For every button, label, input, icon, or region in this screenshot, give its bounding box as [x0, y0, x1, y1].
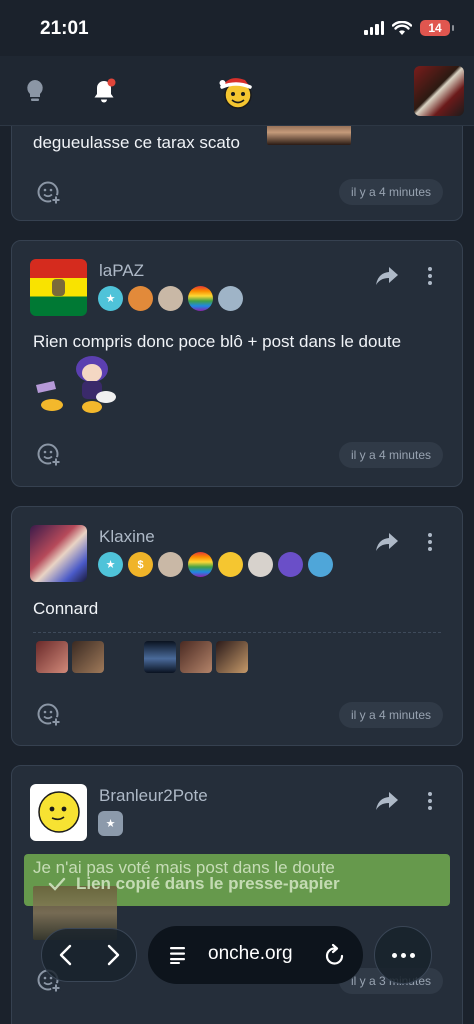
bell-icon[interactable] — [90, 76, 120, 106]
author-badges: ★ — [98, 811, 123, 836]
author-username[interactable]: laPAZ — [99, 261, 144, 281]
bulb-icon[interactable] — [20, 76, 50, 106]
user-avatar[interactable] — [414, 66, 464, 116]
post-text: Rien compris donc poce blô + post dans l… — [33, 332, 402, 351]
post-card: Klaxine ★ $ Connard il y a 4 minutes — [11, 506, 463, 746]
bolivia-emblem — [52, 279, 65, 296]
badge-moon-icon — [278, 552, 303, 577]
badge-star-icon: ★ — [98, 811, 123, 836]
reaction-sticker[interactable] — [72, 641, 104, 673]
battery-icon: 14 — [420, 20, 454, 36]
badge-mascot-icon — [128, 286, 153, 311]
add-reaction-button[interactable] — [34, 178, 64, 208]
reload-icon[interactable] — [324, 943, 346, 967]
badge-dollar-icon: $ — [128, 552, 153, 577]
post-text: degueulasse ce tarax scato — [33, 133, 240, 152]
url-text: onche.org — [208, 943, 293, 964]
status-time: 21:01 — [40, 18, 89, 39]
reaction-sticker[interactable] — [36, 641, 68, 673]
reactions-row — [36, 641, 248, 673]
post-timestamp: il y a 4 minutes — [338, 179, 443, 205]
reaction-sticker[interactable] — [180, 641, 212, 673]
reader-mode-icon[interactable] — [168, 945, 188, 965]
post-card: laPAZ ★ Rien compris donc poce blô + pos… — [11, 240, 463, 487]
badge-face-icon — [158, 286, 183, 311]
reactions-divider — [33, 632, 441, 633]
badge-face-icon — [158, 552, 183, 577]
reaction-sticker[interactable] — [144, 641, 176, 673]
author-avatar[interactable] — [30, 525, 87, 582]
status-bar: 21:01 14 — [0, 0, 474, 56]
author-badges: ★ — [98, 286, 243, 311]
badge-rainbow-icon — [188, 552, 213, 577]
more-options-button[interactable] — [420, 788, 440, 814]
reaction-sticker[interactable] — [216, 641, 248, 673]
share-icon[interactable] — [374, 788, 400, 814]
post-card: degueulasse ce tarax scato il y a 4 minu… — [11, 126, 463, 221]
author-username[interactable]: Klaxine — [99, 527, 155, 547]
toast-message: Lien copié dans le presse-papier — [48, 874, 340, 894]
back-chevron-icon[interactable] — [56, 943, 76, 967]
badge-rainbow-icon — [188, 286, 213, 311]
badge-portrait-icon — [248, 552, 273, 577]
add-reaction-button[interactable] — [34, 700, 64, 730]
add-reaction-button[interactable] — [34, 440, 64, 470]
forward-chevron-icon[interactable] — [103, 943, 123, 967]
post-timestamp: il y a 4 minutes — [338, 442, 443, 468]
author-avatar[interactable] — [30, 784, 87, 841]
browser-nav-controls — [41, 928, 137, 982]
badge-glasses-icon — [308, 552, 333, 577]
sticker-image — [267, 126, 351, 145]
badge-smiley-icon — [218, 552, 243, 577]
author-username[interactable]: Branleur2Pote — [99, 786, 208, 806]
address-bar[interactable]: onche.org — [148, 926, 363, 984]
post-timestamp: il y a 4 minutes — [338, 702, 443, 728]
more-options-button[interactable] — [420, 529, 440, 555]
more-options-button[interactable] — [420, 263, 440, 289]
badge-hat-icon — [218, 286, 243, 311]
wifi-icon — [392, 20, 412, 35]
cellular-signal-icon — [364, 21, 384, 35]
smiley-avatar-icon — [38, 791, 80, 833]
badge-stars-icon: ★ — [98, 286, 123, 311]
checkmark-icon — [48, 877, 66, 891]
author-avatar[interactable] — [30, 259, 87, 316]
reaction-sticker[interactable] — [108, 641, 140, 673]
browser-more-button[interactable] — [374, 926, 432, 984]
share-icon[interactable] — [374, 529, 400, 555]
badge-stars-icon: ★ — [98, 552, 123, 577]
share-icon[interactable] — [374, 263, 400, 289]
battery-level: 14 — [428, 21, 442, 35]
status-indicators: 14 — [364, 20, 454, 36]
app-header — [0, 56, 474, 126]
author-badges: ★ $ — [98, 552, 333, 577]
anime-girl-sticker — [36, 356, 116, 413]
post-text: Connard — [33, 599, 99, 618]
santa-smiley-logo[interactable] — [219, 74, 255, 110]
toast-text: Lien copié dans le presse-papier — [76, 874, 340, 893]
